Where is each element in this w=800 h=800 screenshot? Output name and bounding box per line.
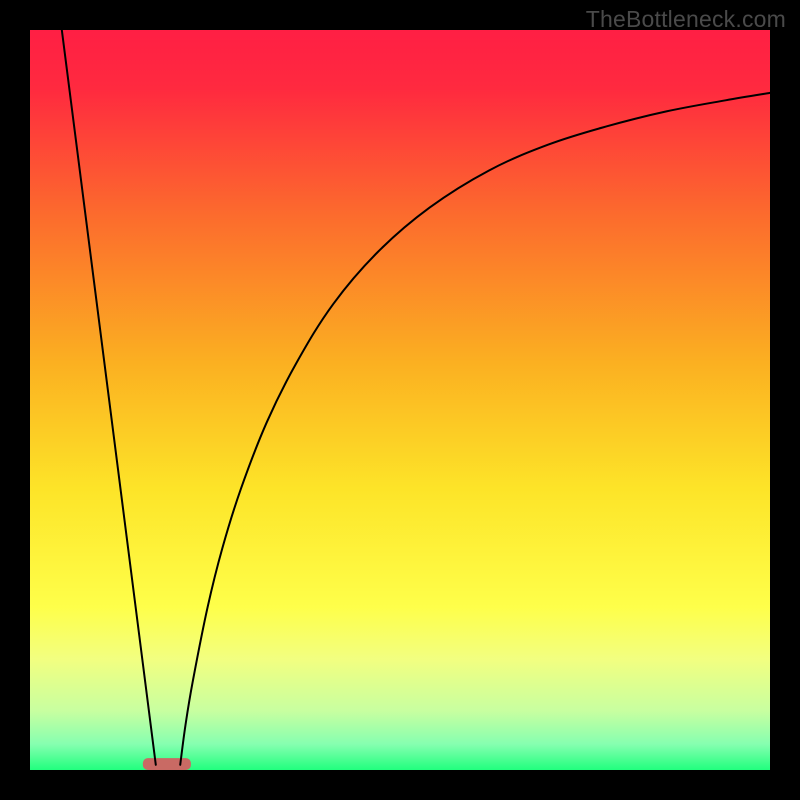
plot-background <box>30 30 770 770</box>
target-marker <box>143 758 191 770</box>
chart-frame: TheBottleneck.com <box>0 0 800 800</box>
watermark-text: TheBottleneck.com <box>586 6 786 33</box>
bottleneck-chart <box>0 0 800 800</box>
